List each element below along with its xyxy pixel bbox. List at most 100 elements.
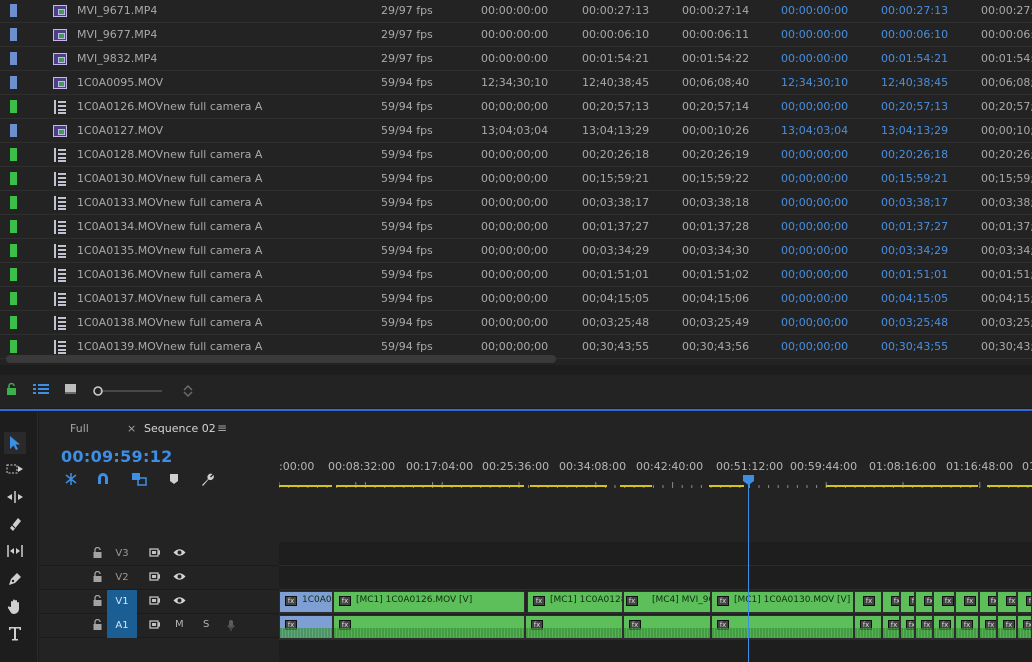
track-lane-v3[interactable] xyxy=(279,542,1032,566)
hand-tool-icon[interactable] xyxy=(4,595,26,617)
label-color-swatch[interactable] xyxy=(10,244,17,257)
track-lock-icon[interactable] xyxy=(93,546,102,561)
bin-row[interactable]: 1C0A0095.MOV 59/94 fps 12;34;30;10 12;40;38… xyxy=(0,71,1032,95)
panel-menu-icon[interactable]: ≡ xyxy=(217,421,227,435)
timeline-clip[interactable]: fx xyxy=(882,591,900,613)
sync-lock-icon[interactable] xyxy=(149,547,161,561)
track-lane-v2[interactable] xyxy=(279,566,1032,590)
track-lock-icon[interactable] xyxy=(93,594,102,609)
bin-row[interactable]: MVI_9677.MP4 29/97 fps 00:00:00:00 00:00:06… xyxy=(0,23,1032,47)
cell-video-in[interactable]: 00:00:00:00 xyxy=(781,4,848,18)
track-target-toggle[interactable]: A1 xyxy=(107,614,137,638)
snap-icon[interactable] xyxy=(96,472,110,489)
cell-video-in[interactable]: 00;00;00;00 xyxy=(781,316,848,330)
cell-video-out[interactable]: 00:00:27:13 xyxy=(881,4,948,18)
track-lock-icon[interactable] xyxy=(93,570,102,585)
ripple-edit-tool-icon[interactable] xyxy=(4,486,26,508)
type-tool-icon[interactable] xyxy=(4,622,26,644)
cell-video-in[interactable]: 00;00;00;00 xyxy=(781,172,848,186)
bin-row[interactable]: 1C0A0134.MOVnew full camera A 59/94 fps 00… xyxy=(0,215,1032,239)
tab-full[interactable]: Full xyxy=(70,422,89,435)
selection-tool-icon[interactable] xyxy=(4,432,26,454)
audio-clip[interactable]: fx xyxy=(997,615,1017,639)
bin-row[interactable]: MVI_9832.MP4 29/97 fps 00:00:00:00 00:01:54… xyxy=(0,47,1032,71)
close-tab-icon[interactable]: × xyxy=(127,422,136,435)
audio-clip[interactable]: fx xyxy=(955,615,979,639)
cell-video-in[interactable]: 00;00;00;00 xyxy=(781,220,848,234)
sync-lock-icon[interactable] xyxy=(149,619,161,633)
bin-row[interactable]: 1C0A0127.MOV 59/94 fps 13;04;03;04 13;04;13… xyxy=(0,119,1032,143)
audio-clip[interactable]: fx xyxy=(900,615,915,639)
timeline-clip[interactable]: fx xyxy=(979,591,997,613)
mute-button[interactable]: M xyxy=(175,619,184,630)
cell-video-out[interactable]: 00;15;59;21 xyxy=(881,172,948,186)
cell-video-in[interactable]: 12;34;30;10 xyxy=(781,76,848,90)
bin-horizontal-scrollbar[interactable] xyxy=(6,355,556,363)
label-color-swatch[interactable] xyxy=(10,4,17,17)
cell-video-out[interactable]: 00;20;57;13 xyxy=(881,100,948,114)
timeline-clip[interactable]: fx xyxy=(854,591,882,613)
cell-video-in[interactable]: 13;04;03;04 xyxy=(781,124,848,138)
audio-clip[interactable]: fx xyxy=(711,615,854,639)
label-color-swatch[interactable] xyxy=(10,172,17,185)
track-lane-a1[interactable]: fx fx fx fx fx fx fx fx fx fx fx fx fx fx xyxy=(279,614,1032,640)
label-color-swatch[interactable] xyxy=(10,100,17,113)
cell-video-out[interactable]: 00;04;15;05 xyxy=(881,292,948,306)
bin-row[interactable]: 1C0A0128.MOVnew full camera A 59/94 fps 00… xyxy=(0,143,1032,167)
cell-video-out[interactable]: 00;01;51;01 xyxy=(881,268,948,282)
cell-video-out[interactable]: 00;30;43;55 xyxy=(881,340,948,354)
solo-button[interactable]: S xyxy=(203,619,209,630)
timeline-clip[interactable]: fx xyxy=(915,591,933,613)
audio-clip[interactable]: fx xyxy=(979,615,997,639)
cell-video-in[interactable]: 00:00:00:00 xyxy=(781,28,848,42)
label-color-swatch[interactable] xyxy=(10,148,17,161)
slip-tool-icon[interactable] xyxy=(4,540,26,562)
label-color-swatch[interactable] xyxy=(10,124,17,137)
cell-video-in[interactable]: 00;00;00;00 xyxy=(781,244,848,258)
nest-icon[interactable] xyxy=(63,472,79,489)
playhead-timecode[interactable]: 00:09:59:12 xyxy=(61,447,173,466)
cell-video-in[interactable]: 00;00;00;00 xyxy=(781,100,848,114)
cell-video-out[interactable]: 00;03;38;17 xyxy=(881,196,948,210)
track-lane-v1[interactable]: fx 1C0A0 fx [MC1] 1C0A0126.MOV [V] fx [M… xyxy=(279,590,1032,614)
sync-lock-icon[interactable] xyxy=(149,571,161,585)
sync-lock-icon[interactable] xyxy=(149,595,161,609)
bin-row[interactable]: 1C0A0136.MOVnew full camera A 59/94 fps 00… xyxy=(0,263,1032,287)
razor-tool-icon[interactable] xyxy=(4,513,26,535)
timeline-clip[interactable]: fx [MC4] MVI_96 xyxy=(623,591,711,613)
label-color-swatch[interactable] xyxy=(10,268,17,281)
list-view-icon[interactable] xyxy=(33,383,49,398)
audio-clip[interactable]: fx xyxy=(915,615,933,639)
label-color-swatch[interactable] xyxy=(10,292,17,305)
cell-video-in[interactable]: 00;00;00;00 xyxy=(781,196,848,210)
track-target-toggle[interactable]: V2 xyxy=(107,566,137,590)
add-marker-icon[interactable] xyxy=(168,472,180,489)
timeline-clip[interactable]: fx xyxy=(997,591,1017,613)
timeline-clip[interactable]: fx [MC1] 1C0A0128 xyxy=(527,591,623,613)
audio-clip[interactable]: fx xyxy=(279,615,333,639)
cell-video-out[interactable]: 00;03;34;29 xyxy=(881,244,948,258)
track-area[interactable]: fx 1C0A0 fx [MC1] 1C0A0126.MOV [V] fx [M… xyxy=(279,542,1032,662)
cell-video-in[interactable]: 00;00;00;00 xyxy=(781,292,848,306)
cell-video-in[interactable]: 00;00;00;00 xyxy=(781,268,848,282)
eye-icon[interactable] xyxy=(173,571,186,584)
linked-selection-icon[interactable] xyxy=(131,472,147,489)
bin-row[interactable]: 1C0A0133.MOVnew full camera A 59/94 fps 00… xyxy=(0,191,1032,215)
tab-sequence-02[interactable]: Sequence 02 xyxy=(144,422,216,435)
audio-clip[interactable]: fx xyxy=(525,615,623,639)
bin-row[interactable]: 1C0A0126.MOVnew full camera A 59/94 fps 00… xyxy=(0,95,1032,119)
bin-row[interactable]: MVI_9671.MP4 29/97 fps 00:00:00:00 00:00:27… xyxy=(0,0,1032,23)
cell-video-out[interactable]: 00;20;26;18 xyxy=(881,148,948,162)
audio-clip[interactable]: fx xyxy=(854,615,882,639)
cell-video-out[interactable]: 12;40;38;45 xyxy=(881,76,948,90)
cell-video-out[interactable]: 00;03;25;48 xyxy=(881,316,948,330)
track-lock-icon[interactable] xyxy=(93,618,102,633)
icon-view-icon[interactable] xyxy=(64,383,77,397)
audio-clip[interactable]: fx xyxy=(933,615,955,639)
label-color-swatch[interactable] xyxy=(10,316,17,329)
eye-icon[interactable] xyxy=(173,595,186,608)
timeline-clip[interactable]: fx [MC1] 1C0A0130.MOV [V] xyxy=(711,591,854,613)
eye-icon[interactable] xyxy=(173,547,186,560)
track-select-tool-icon[interactable] xyxy=(4,458,26,480)
bin-row[interactable]: 1C0A0138.MOVnew full camera A 59/94 fps 00… xyxy=(0,311,1032,335)
